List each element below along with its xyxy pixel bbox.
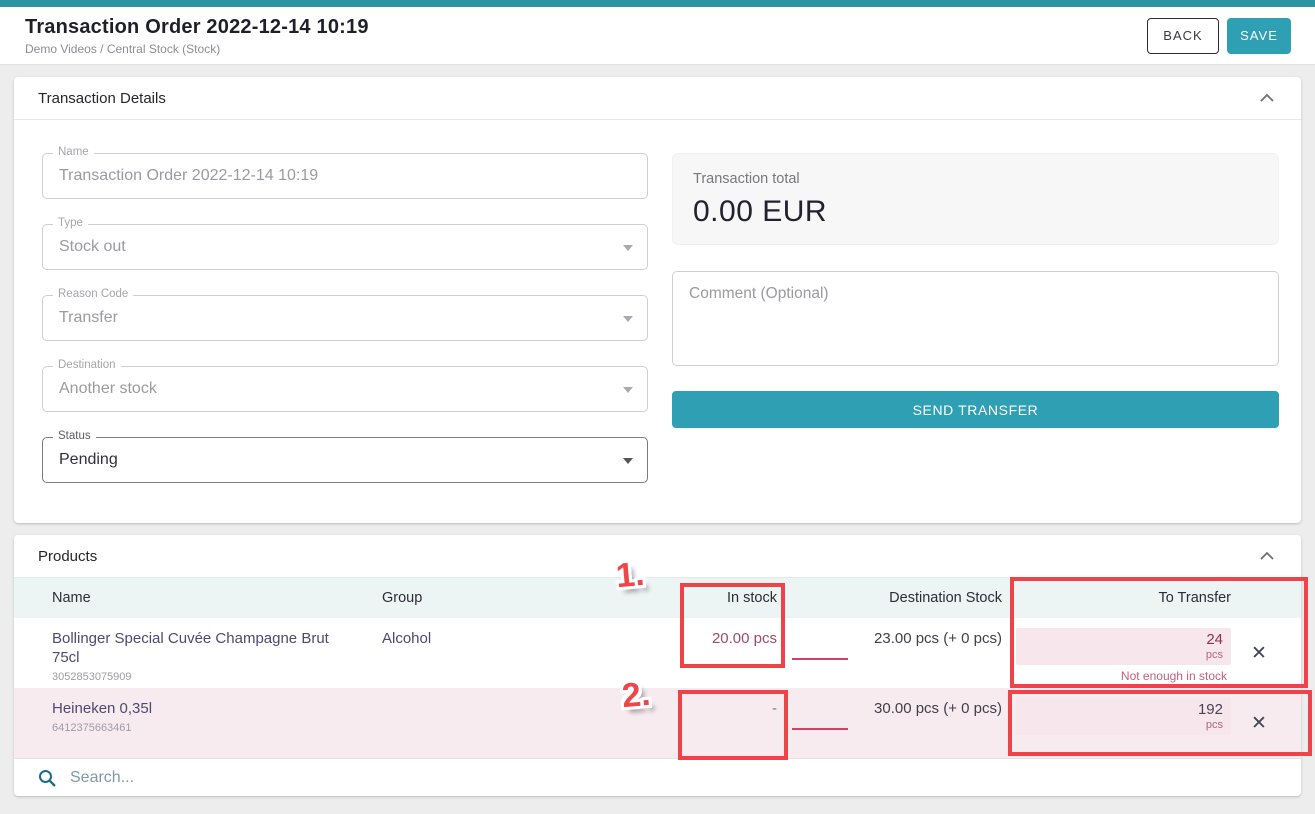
transaction-details-card: Transaction Details Name Type Stock out … bbox=[14, 77, 1301, 523]
page-title: Transaction Order 2022-12-14 10:19 bbox=[25, 16, 369, 39]
comment-field[interactable] bbox=[672, 271, 1279, 366]
page-header: Transaction Order 2022-12-14 10:19 Demo … bbox=[0, 7, 1315, 65]
column-header-destination-stock: Destination Stock bbox=[777, 590, 1002, 606]
in-stock-value: 20.00 pcs bbox=[652, 630, 777, 647]
type-select: Type Stock out bbox=[42, 224, 648, 270]
collapse-products-button[interactable] bbox=[1255, 547, 1279, 565]
column-header-to-transfer: To Transfer bbox=[1002, 590, 1231, 606]
dropdown-arrow-icon bbox=[623, 245, 633, 251]
to-transfer-unit: pcs bbox=[1024, 649, 1223, 662]
reason-code-value: Transfer bbox=[59, 309, 118, 327]
input-underline bbox=[792, 728, 848, 730]
product-search-bar bbox=[14, 758, 1301, 796]
to-transfer-field[interactable]: pcs bbox=[1016, 698, 1231, 735]
details-right-column: Transaction total 0.00 EUR SEND TRANSFER bbox=[672, 153, 1279, 483]
product-name: Bollinger Special Cuvée Champagne Brut 7… bbox=[52, 630, 382, 668]
destination-stock-text: 23.00 pcs (+ 0 pcs) bbox=[874, 630, 1002, 647]
comment-textarea[interactable] bbox=[673, 272, 1278, 365]
type-select-label: Type bbox=[53, 217, 88, 229]
destination-stock-text: 30.00 pcs (+ 0 pcs) bbox=[874, 700, 1002, 717]
destination-select: Destination Another stock bbox=[42, 366, 648, 412]
product-barcode: 6412375663461 bbox=[52, 722, 382, 734]
remove-product-button[interactable]: ✕ bbox=[1251, 714, 1267, 733]
column-header-in-stock: In stock bbox=[652, 590, 777, 606]
to-transfer-input[interactable] bbox=[1024, 701, 1223, 719]
input-underline bbox=[792, 658, 848, 660]
to-transfer-field[interactable]: pcs bbox=[1016, 628, 1231, 665]
save-button[interactable]: SAVE bbox=[1227, 18, 1291, 54]
status-select[interactable]: Status Pending bbox=[42, 437, 648, 483]
chevron-up-icon bbox=[1259, 93, 1275, 103]
table-row: Heineken 0,35l 6412375663461 - 30.00 pcs… bbox=[14, 688, 1301, 758]
transaction-total-label: Transaction total bbox=[693, 171, 1258, 187]
collapse-details-button[interactable] bbox=[1255, 89, 1279, 107]
status-value: Pending bbox=[59, 451, 118, 469]
column-header-group: Group bbox=[382, 590, 652, 606]
dropdown-arrow-icon bbox=[623, 458, 633, 464]
destination-value: Another stock bbox=[59, 380, 157, 398]
search-input[interactable] bbox=[70, 769, 490, 787]
table-row: Bollinger Special Cuvée Champagne Brut 7… bbox=[14, 618, 1301, 688]
column-header-name: Name bbox=[52, 590, 382, 606]
products-title: Products bbox=[38, 548, 97, 565]
to-transfer-unit: pcs bbox=[1024, 719, 1223, 732]
transaction-details-title: Transaction Details bbox=[38, 90, 166, 107]
dropdown-arrow-icon bbox=[623, 387, 633, 393]
destination-label: Destination bbox=[53, 359, 121, 371]
name-field-label: Name bbox=[53, 146, 94, 158]
chevron-up-icon bbox=[1259, 551, 1275, 561]
stock-warning-text: Not enough in stock bbox=[1121, 669, 1227, 683]
products-table-header: Name Group In stock Destination Stock To… bbox=[14, 578, 1301, 618]
type-select-value: Stock out bbox=[59, 238, 126, 256]
product-name: Heineken 0,35l bbox=[52, 700, 382, 719]
to-transfer-input[interactable] bbox=[1024, 631, 1223, 649]
products-card: Products Name Group In stock Destination… bbox=[14, 535, 1301, 796]
destination-stock-value: 23.00 pcs (+ 0 pcs) bbox=[777, 630, 1002, 647]
product-barcode: 3052853075909 bbox=[52, 671, 382, 683]
transaction-total-value: 0.00 EUR bbox=[693, 195, 1258, 229]
in-stock-value: - bbox=[652, 700, 777, 717]
back-button[interactable]: BACK bbox=[1147, 18, 1219, 54]
search-icon bbox=[38, 769, 56, 787]
transaction-total-box: Transaction total 0.00 EUR bbox=[672, 153, 1279, 245]
send-transfer-button[interactable]: SEND TRANSFER bbox=[672, 391, 1279, 428]
destination-stock-value: 30.00 pcs (+ 0 pcs) bbox=[777, 700, 1002, 717]
product-group: Alcohol bbox=[382, 630, 652, 647]
name-field[interactable]: Name bbox=[42, 153, 648, 199]
reason-code-select: Reason Code Transfer bbox=[42, 295, 648, 341]
top-accent-bar bbox=[0, 0, 1315, 7]
dropdown-arrow-icon bbox=[623, 316, 633, 322]
reason-code-label: Reason Code bbox=[53, 288, 133, 300]
name-input[interactable] bbox=[59, 167, 631, 185]
details-left-column: Name Type Stock out Reason Code Transfer… bbox=[42, 153, 648, 483]
breadcrumb: Demo Videos / Central Stock (Stock) bbox=[25, 42, 369, 56]
remove-product-button[interactable]: ✕ bbox=[1251, 644, 1267, 663]
status-label: Status bbox=[53, 430, 96, 442]
